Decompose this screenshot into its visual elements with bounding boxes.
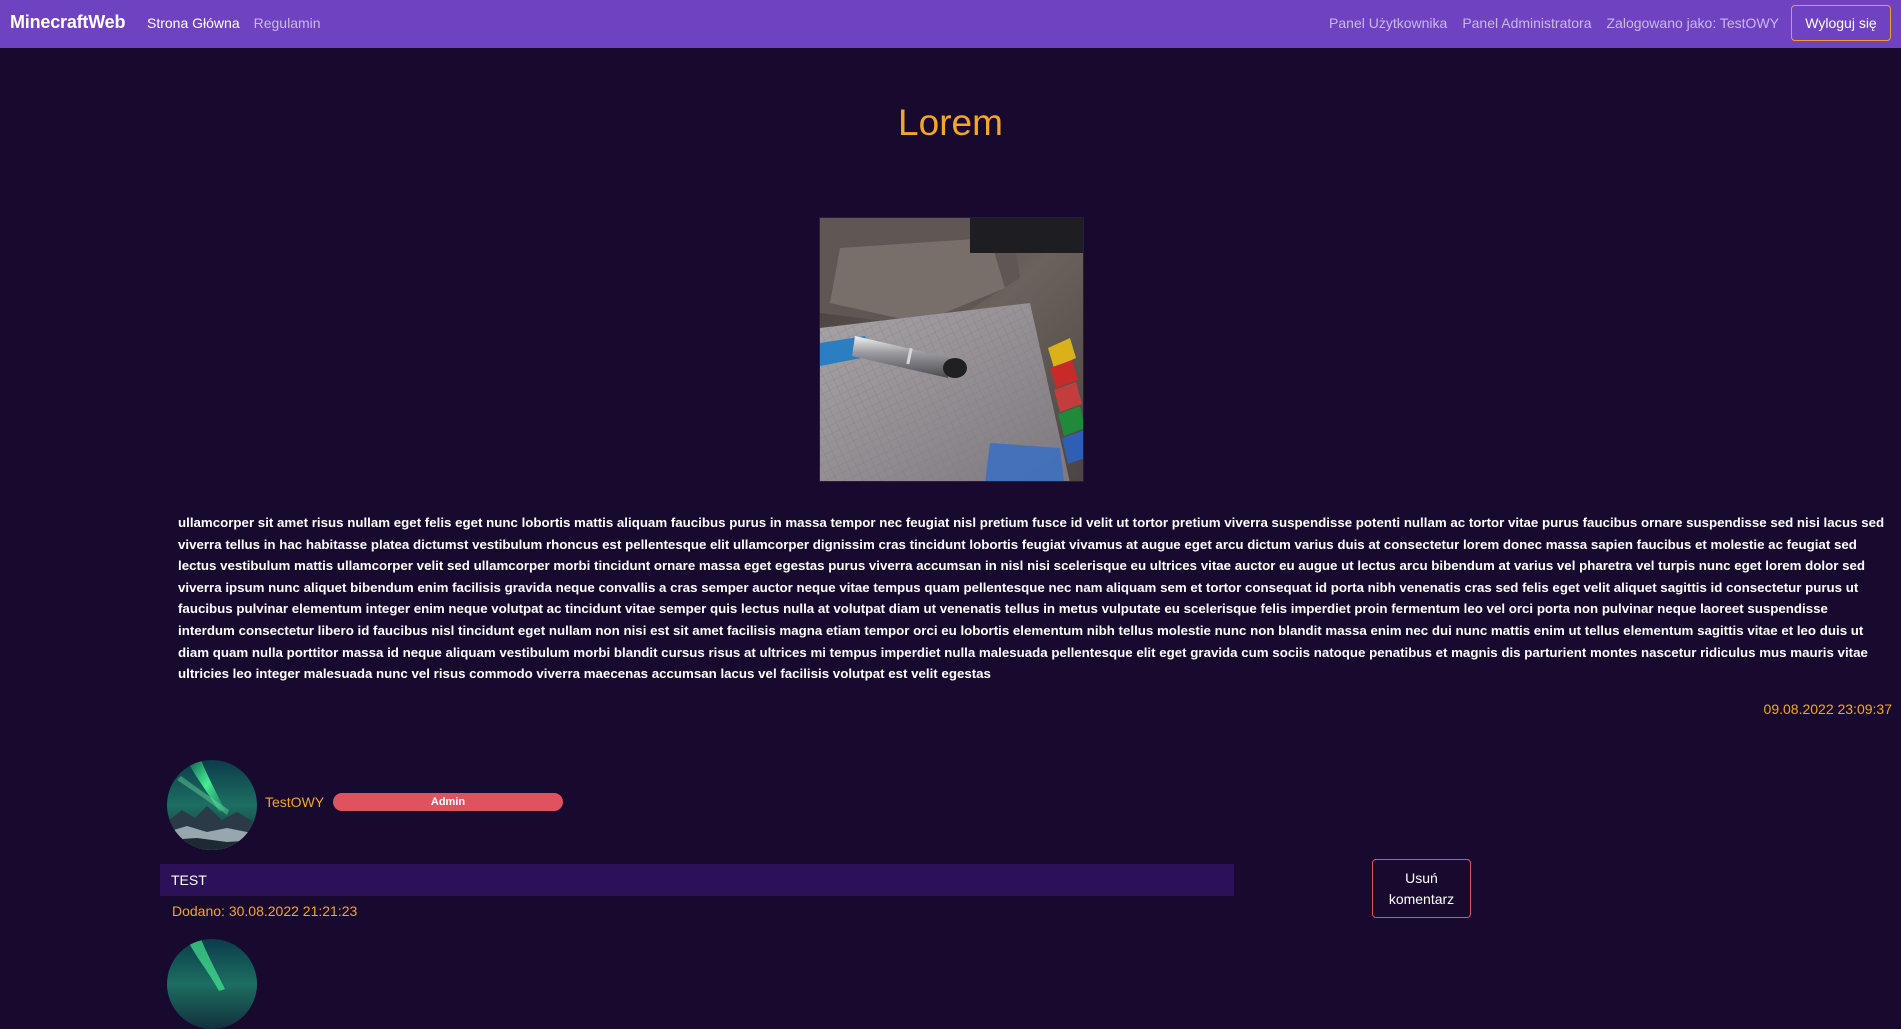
nav-link-admin-panel[interactable]: Panel Administratora [1462, 15, 1591, 31]
post-date: 09.08.2022 23:09:37 [1763, 701, 1892, 717]
next-comment-avatar [167, 939, 257, 1029]
nav-link-rules[interactable]: Regulamin [254, 15, 321, 31]
pen-on-notebook-photo-icon [820, 218, 1083, 481]
comment-date: Dodano: 30.08.2022 21:21:23 [172, 903, 358, 919]
nav-left: Strona Główna Regulamin [147, 15, 321, 31]
post-title: Lorem [898, 102, 1003, 143]
role-badge-admin: Admin [333, 793, 563, 811]
comment-text: TEST [160, 864, 1234, 896]
delete-comment-button[interactable]: Usuń komentarz [1372, 859, 1471, 918]
navbar: MinecraftWeb Strona Główna Regulamin Pan… [0, 0, 1901, 48]
nav-link-home[interactable]: Strona Główna [147, 15, 240, 31]
comment-avatar [167, 760, 257, 850]
aurora-avatar-icon [167, 760, 257, 850]
logout-button[interactable]: Wyloguj się [1791, 5, 1891, 41]
comment-author[interactable]: TestOWY [265, 794, 324, 810]
nav-right: Panel Użytkownika Panel Administratora Z… [1329, 15, 1779, 31]
brand-logo[interactable]: MinecraftWeb [10, 12, 125, 33]
post-body: ullamcorper sit amet risus nullam eget f… [178, 515, 1885, 682]
nav-link-user-panel[interactable]: Panel Użytkownika [1329, 15, 1447, 31]
post-image [819, 217, 1084, 482]
logged-in-as: Zalogowano jako: TestOWY [1606, 15, 1780, 31]
aurora-avatar-icon-next [167, 939, 257, 1029]
